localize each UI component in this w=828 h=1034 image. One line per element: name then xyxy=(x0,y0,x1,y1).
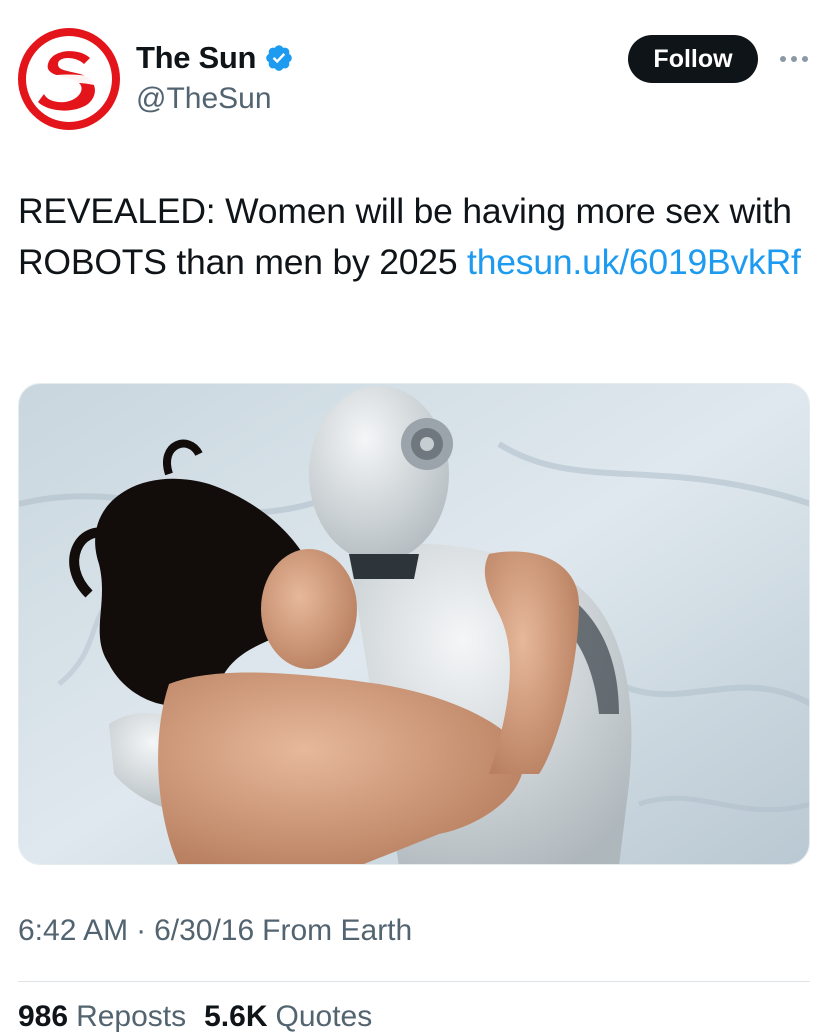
display-name[interactable]: The Sun xyxy=(136,40,256,76)
tweet-text: REVEALED: Women will be having more sex … xyxy=(18,186,810,288)
divider xyxy=(18,981,810,982)
quotes-count: 5.6K xyxy=(204,1000,268,1033)
name-row: The Sun xyxy=(136,38,294,78)
the-sun-logo-icon xyxy=(18,28,120,130)
tweet-date[interactable]: 6/30/16 xyxy=(154,914,254,948)
photo-illustration xyxy=(19,384,809,864)
handle[interactable]: @TheSun xyxy=(136,82,272,116)
follow-button[interactable]: Follow xyxy=(628,35,758,83)
more-dots-icon xyxy=(780,56,808,62)
avatar[interactable] xyxy=(18,28,120,130)
more-button[interactable] xyxy=(774,44,814,74)
tweet-link[interactable]: thesun.uk/​6019BvkRf xyxy=(467,242,801,282)
reposts-count: 986 xyxy=(18,1000,69,1033)
tweet-source: From Earth xyxy=(262,914,413,947)
meta-separator: · xyxy=(136,914,147,947)
tweet-meta: 6:42 AM · 6/30/16 From Earth xyxy=(18,914,412,948)
reposts-stat[interactable]: 986 Reposts xyxy=(18,1000,204,1034)
tweet-image[interactable] xyxy=(18,383,810,865)
quotes-stat[interactable]: 5.6K Quotes xyxy=(204,1000,390,1034)
quotes-label: Quotes xyxy=(275,1000,373,1033)
tweet-stats: 986 Reposts 5.6K Quotes xyxy=(18,1000,390,1034)
verified-badge-icon xyxy=(264,43,294,73)
tweet-time[interactable]: 6:42 AM xyxy=(18,914,128,948)
reposts-label: Reposts xyxy=(76,1000,187,1033)
